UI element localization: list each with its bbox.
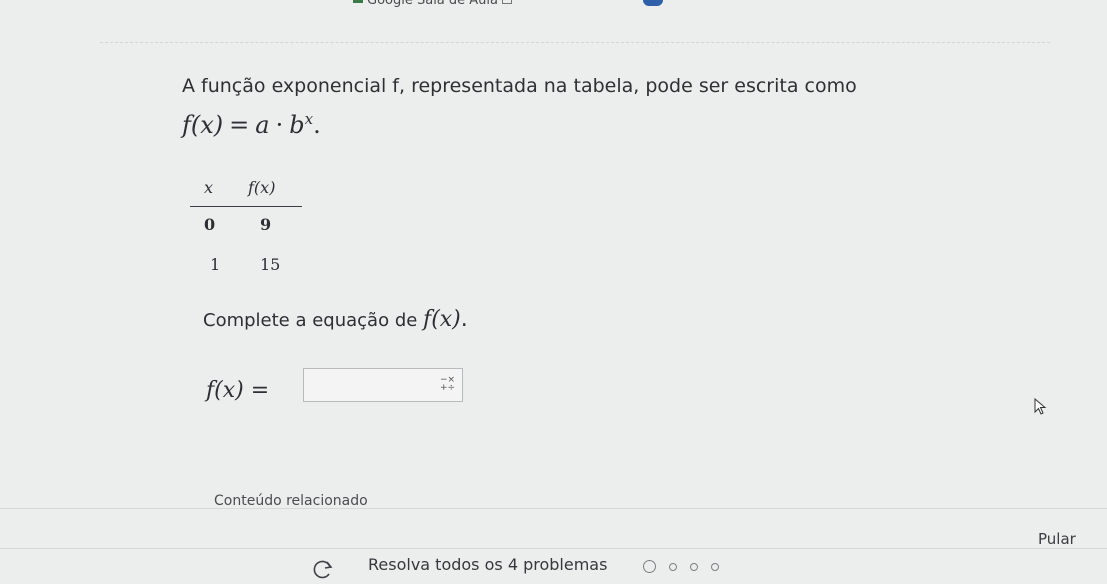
classroom-icon xyxy=(353,0,363,3)
table-cell: 1 xyxy=(210,255,221,274)
progress-dot xyxy=(690,563,699,571)
skip-button[interactable]: Pular xyxy=(1038,530,1076,548)
related-content-label[interactable]: Conteúdo relacionado xyxy=(214,493,368,509)
formula-period: . xyxy=(313,111,321,139)
bookmark-google-classroom[interactable]: Google Sala de Aula xyxy=(353,0,512,8)
math-keyboard-icon[interactable]: −× +÷ xyxy=(440,376,455,393)
instruction-suffix: . xyxy=(460,307,468,332)
exercise-page: Google Sala de Aula A função exponencial… xyxy=(0,0,1107,584)
table-header-fx: f(x) xyxy=(248,178,276,197)
formula-lhs: f(x) xyxy=(182,111,224,139)
footer-divider xyxy=(0,508,1107,509)
formula-a: a xyxy=(255,111,270,139)
question-text: A função exponencial f, representada na … xyxy=(182,75,857,97)
formula-dot: · xyxy=(275,111,284,139)
table-header: x f(x) xyxy=(190,172,302,207)
answer-input[interactable] xyxy=(303,368,463,402)
answer-label: f(x) = xyxy=(206,378,270,403)
formula-b: b xyxy=(289,111,305,139)
table-cell: 15 xyxy=(260,255,281,274)
formula-exponent: x xyxy=(304,110,314,128)
instruction-text: Complete a equação de f(x). xyxy=(203,307,468,332)
values-table: x f(x) 0 9 1 15 xyxy=(190,172,302,277)
progress-dot xyxy=(711,563,720,571)
table-cell: 0 xyxy=(204,215,216,234)
mouse-cursor-icon xyxy=(1034,398,1047,415)
bookmarks-bar: Google Sala de Aula xyxy=(0,0,1107,10)
table-header-x: x xyxy=(204,178,214,197)
table-cell: 9 xyxy=(260,215,272,234)
top-divider xyxy=(100,42,1050,43)
table-row: 1 15 xyxy=(190,247,302,277)
instruction-math: f(x) xyxy=(423,307,461,332)
table-row: 0 9 xyxy=(190,207,302,237)
question-formula: f(x) = a · bx. xyxy=(182,110,321,139)
progress-dot xyxy=(669,563,678,571)
document-icon xyxy=(502,0,512,4)
bookmark-favicon[interactable] xyxy=(643,0,663,6)
solve-all-label[interactable]: Resolva todos os 4 problemas xyxy=(368,555,607,574)
bookmark-label: Google Sala de Aula xyxy=(367,0,498,8)
progress-dot-current xyxy=(643,560,656,573)
instruction-prefix: Complete a equação de xyxy=(203,310,424,331)
progress-dots xyxy=(643,558,727,577)
refresh-icon[interactable] xyxy=(312,559,334,579)
formula-equals: = xyxy=(229,111,250,139)
